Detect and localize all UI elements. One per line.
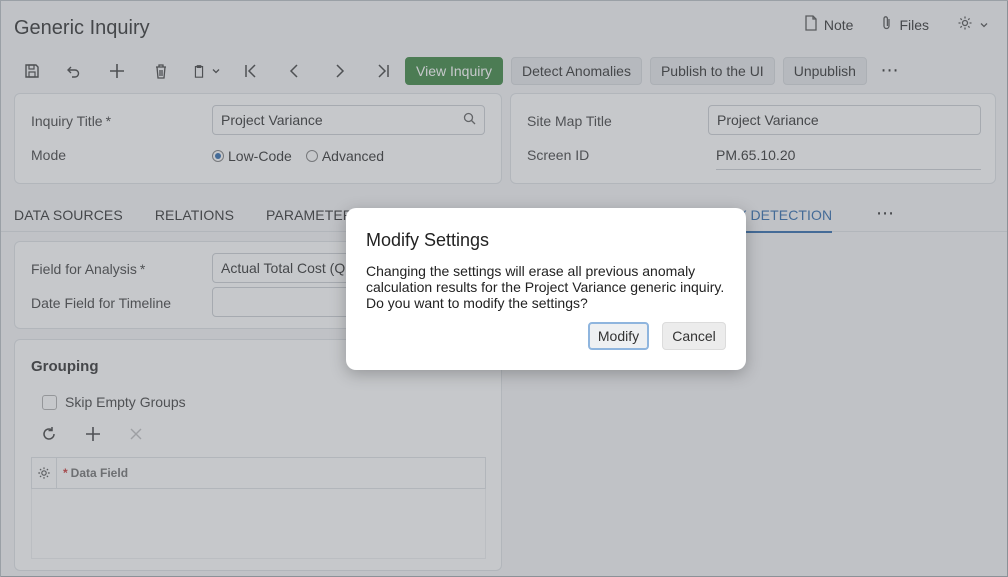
cancel-button[interactable]: Cancel bbox=[662, 322, 726, 350]
app-window: Generic Inquiry Note Files View Inquiry … bbox=[0, 0, 1008, 577]
dialog-message: Changing the settings will erase all pre… bbox=[366, 263, 725, 311]
dialog-title: Modify Settings bbox=[366, 230, 490, 250]
modify-button[interactable]: Modify bbox=[588, 322, 649, 350]
modify-settings-dialog: Modify Settings Changing the settings wi… bbox=[346, 208, 746, 370]
